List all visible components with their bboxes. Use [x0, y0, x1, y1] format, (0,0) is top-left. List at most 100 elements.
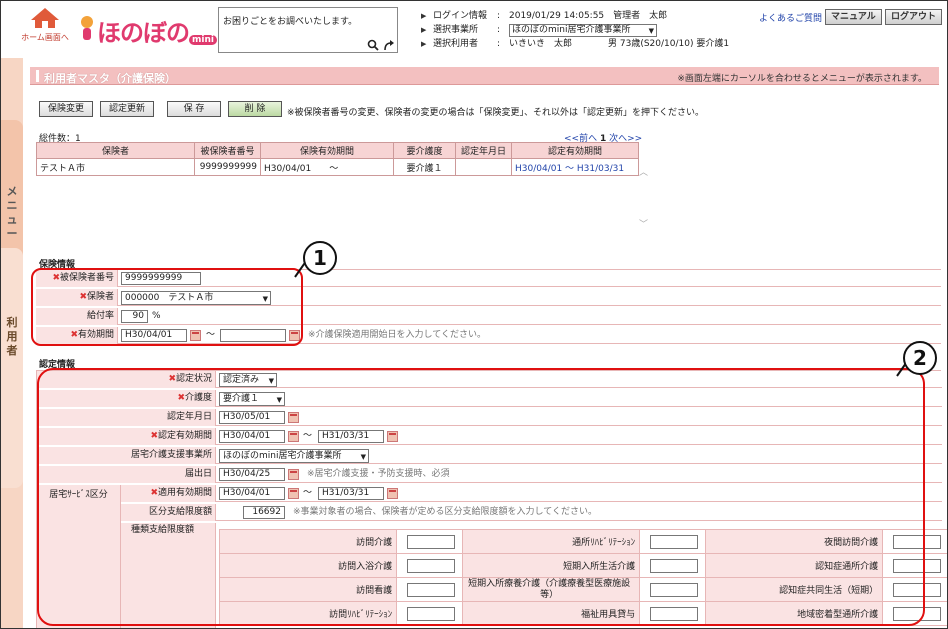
user-label: 選択利用者: [433, 39, 479, 49]
change-insurance-button[interactable]: 保険変更: [39, 101, 93, 117]
insurer-label: 保険者: [86, 292, 114, 302]
delete-button[interactable]: 削 除: [228, 101, 282, 117]
help-search-box[interactable]: お困りごとをお調べいたします。: [218, 7, 398, 53]
insured-no-input[interactable]: 9999999999: [121, 272, 201, 285]
login-info-value: 2019/01/29 14:05:55 管理者 太郎: [509, 11, 668, 21]
valid-to-input[interactable]: [220, 329, 286, 342]
table-scrollbar[interactable]: ︿ ﹀: [637, 157, 651, 237]
kind-limit-input[interactable]: [650, 559, 699, 573]
kind-limit-input[interactable]: [650, 535, 699, 549]
cell-cert-period[interactable]: H30/04/01 ～ H31/03/31: [511, 158, 639, 176]
insurer-select[interactable]: 000000 テストＡ市: [121, 291, 271, 305]
logout-button[interactable]: ログアウト: [885, 9, 943, 25]
kind-limit-input[interactable]: [407, 559, 456, 573]
office-row: ▶ 選択事業所 : ほのぼのmini居宅介護事業所: [421, 23, 729, 37]
logo-mini-badge: mini: [189, 35, 217, 45]
home-link[interactable]: ホーム画面へ: [21, 7, 69, 47]
kind-limit-input[interactable]: [407, 583, 456, 597]
support-office-label: 居宅介護支援事業所: [37, 447, 216, 464]
cert-date-input[interactable]: H30/05/01: [219, 411, 285, 424]
bullet-triangle-icon: ▶: [421, 40, 427, 48]
calendar-icon[interactable]: [288, 412, 299, 423]
table-row: 訪問看護 短期入所療養介護（介護療養型医療施設等） 認知症共同生活（短期）: [218, 577, 947, 602]
certification-section-label: 認定情報: [39, 360, 76, 370]
form-row: ✖認定有効期間 H30/04/01 ～ H31/03/31: [37, 428, 942, 445]
office-select[interactable]: ほのぼのmini居宅介護事業所: [509, 23, 657, 37]
kind-limit-input[interactable]: [893, 583, 942, 597]
session-info: ▶ ログイン情報 : 2019/01/29 14:05:55 管理者 太郎 ▶ …: [421, 9, 729, 51]
user-row: ▶ 選択利用者 : いきいき 太郎 男 73歳(S20/10/10) 要介護1: [421, 39, 730, 49]
status-select[interactable]: 認定済み: [219, 373, 277, 387]
kind-limit-label: 種類支給限度額: [121, 523, 216, 628]
notify-note: ※居宅介護支援・予防支援時、必須: [307, 469, 450, 479]
support-office-select[interactable]: ほのぼのmini居宅介護事業所: [219, 449, 369, 463]
form-row: 区分支給限度額 16692 ※事業対象者の場合、保険者が定める区分支給限度額を入…: [121, 504, 942, 521]
home-label: ホーム画面へ: [21, 33, 69, 42]
benefit-unit: %: [152, 311, 161, 321]
scroll-up-icon[interactable]: ︿: [639, 165, 648, 178]
calendar-icon[interactable]: [288, 431, 299, 442]
benefit-input[interactable]: 90: [121, 310, 148, 323]
calendar-icon[interactable]: [289, 330, 300, 341]
cell-insurance-period: H30/04/01 ～: [260, 158, 394, 176]
table-row: 訪問入浴介護 短期入所生活介護 認知症通所介護: [218, 553, 947, 578]
cert-period-from-input[interactable]: H30/04/01: [219, 430, 285, 443]
calendar-icon[interactable]: [387, 488, 398, 499]
form-row: 届出日 H30/04/25 ※居宅介護支援・予防支援時、必須: [37, 466, 942, 483]
go-arrow-icon[interactable]: [383, 39, 395, 51]
valid-period-label: 有効期間: [77, 330, 114, 340]
insurance-section: ✖被保険者番号 9999999999 ✖保険者 000000 テストＡ市 給付率…: [36, 269, 941, 345]
kind-limit-input[interactable]: [893, 535, 942, 549]
calendar-icon[interactable]: [387, 431, 398, 442]
insurance-history-table: 保険者 被保険者番号 保険有効期間 要介護度 認定年月日 認定有効期間 テストＡ…: [36, 142, 639, 176]
manual-button[interactable]: マニュアル: [825, 9, 882, 25]
login-info-row: ▶ ログイン情報 : 2019/01/29 14:05:55 管理者 太郎: [421, 11, 668, 21]
callout-number-1: 1: [303, 241, 337, 275]
notify-date-input[interactable]: H30/04/25: [219, 468, 285, 481]
service-period-to-input[interactable]: H31/03/31: [318, 487, 384, 500]
cert-period-to-input[interactable]: H31/03/31: [318, 430, 384, 443]
logo-text: ほのぼの: [97, 19, 190, 47]
calendar-icon[interactable]: [288, 488, 299, 499]
side-user-tab[interactable]: 利 用 者: [1, 248, 23, 488]
form-row: ✖有効期間 H30/04/01 ～ ※介護保険適用開始日を入力してください。: [36, 327, 941, 344]
save-button[interactable]: 保 存: [167, 101, 221, 117]
care-level-select[interactable]: 要介護１: [219, 392, 285, 406]
kind-limit-input[interactable]: [650, 583, 699, 597]
renew-certification-button[interactable]: 認定更新: [100, 101, 154, 117]
home-icon: [30, 7, 60, 29]
table-header-row: 保険者 被保険者番号 保険有効期間 要介護度 認定年月日 認定有効期間: [36, 142, 639, 159]
cell-care-level: 要介護１: [393, 158, 456, 176]
kind-limit-input[interactable]: [407, 535, 456, 549]
app-window: ホーム画面へ ほのぼの mini お困りごとをお調べいたします。 ▶ ログイン情…: [0, 0, 948, 629]
app-logo: ほのぼの mini: [75, 9, 217, 49]
kind-limit-input[interactable]: [893, 559, 942, 573]
kind-limit-input[interactable]: [407, 607, 456, 621]
bullet-triangle-icon: ▶: [421, 12, 427, 20]
calendar-icon[interactable]: [288, 469, 299, 480]
title-bar: 利用者マスタ（介護保険） ※画面左端にカーソルを合わせるとメニューが表示されます…: [30, 67, 939, 85]
cert-date-label: 認定年月日: [37, 409, 216, 426]
scroll-down-icon[interactable]: ﹀: [639, 217, 648, 230]
help-search-text: お困りごとをお調べいたします。: [223, 17, 358, 27]
table-row[interactable]: テストＡ市 9999999999 H30/04/01 ～ 要介護１ H30/04…: [36, 158, 639, 176]
bullet-triangle-icon: ▶: [421, 26, 427, 34]
form-row: 居宅介護支援事業所 ほのぼのmini居宅介護事業所: [37, 447, 942, 464]
benefit-label: 給付率: [36, 308, 118, 325]
column-header: 保険有効期間: [260, 142, 394, 159]
limit-amount-input[interactable]: 16692: [243, 506, 285, 519]
form-row: ✖認定状況 認定済み: [37, 371, 942, 388]
kind-limit-input[interactable]: [650, 607, 699, 621]
cell-cert-date: [455, 158, 512, 176]
limit-amount-label: 区分支給限度額: [121, 504, 216, 521]
calendar-icon[interactable]: [190, 330, 201, 341]
service-period-from-input[interactable]: H30/04/01: [219, 487, 285, 500]
header: ホーム画面へ ほのぼの mini お困りごとをお調べいたします。 ▶ ログイン情…: [1, 1, 947, 58]
service-period-label: 適用有効期間: [157, 488, 212, 498]
search-icon[interactable]: [367, 39, 379, 51]
notify-date-label: 届出日: [37, 466, 216, 483]
table-row: 訪問ﾘﾊﾋﾞﾘﾃｰｼｮﾝ 福祉用具貸与 地域密着型通所介護: [218, 601, 947, 626]
faq-link[interactable]: よくあるご質問: [759, 11, 822, 24]
kind-limit-input[interactable]: [893, 607, 942, 621]
valid-from-input[interactable]: H30/04/01: [121, 329, 187, 342]
